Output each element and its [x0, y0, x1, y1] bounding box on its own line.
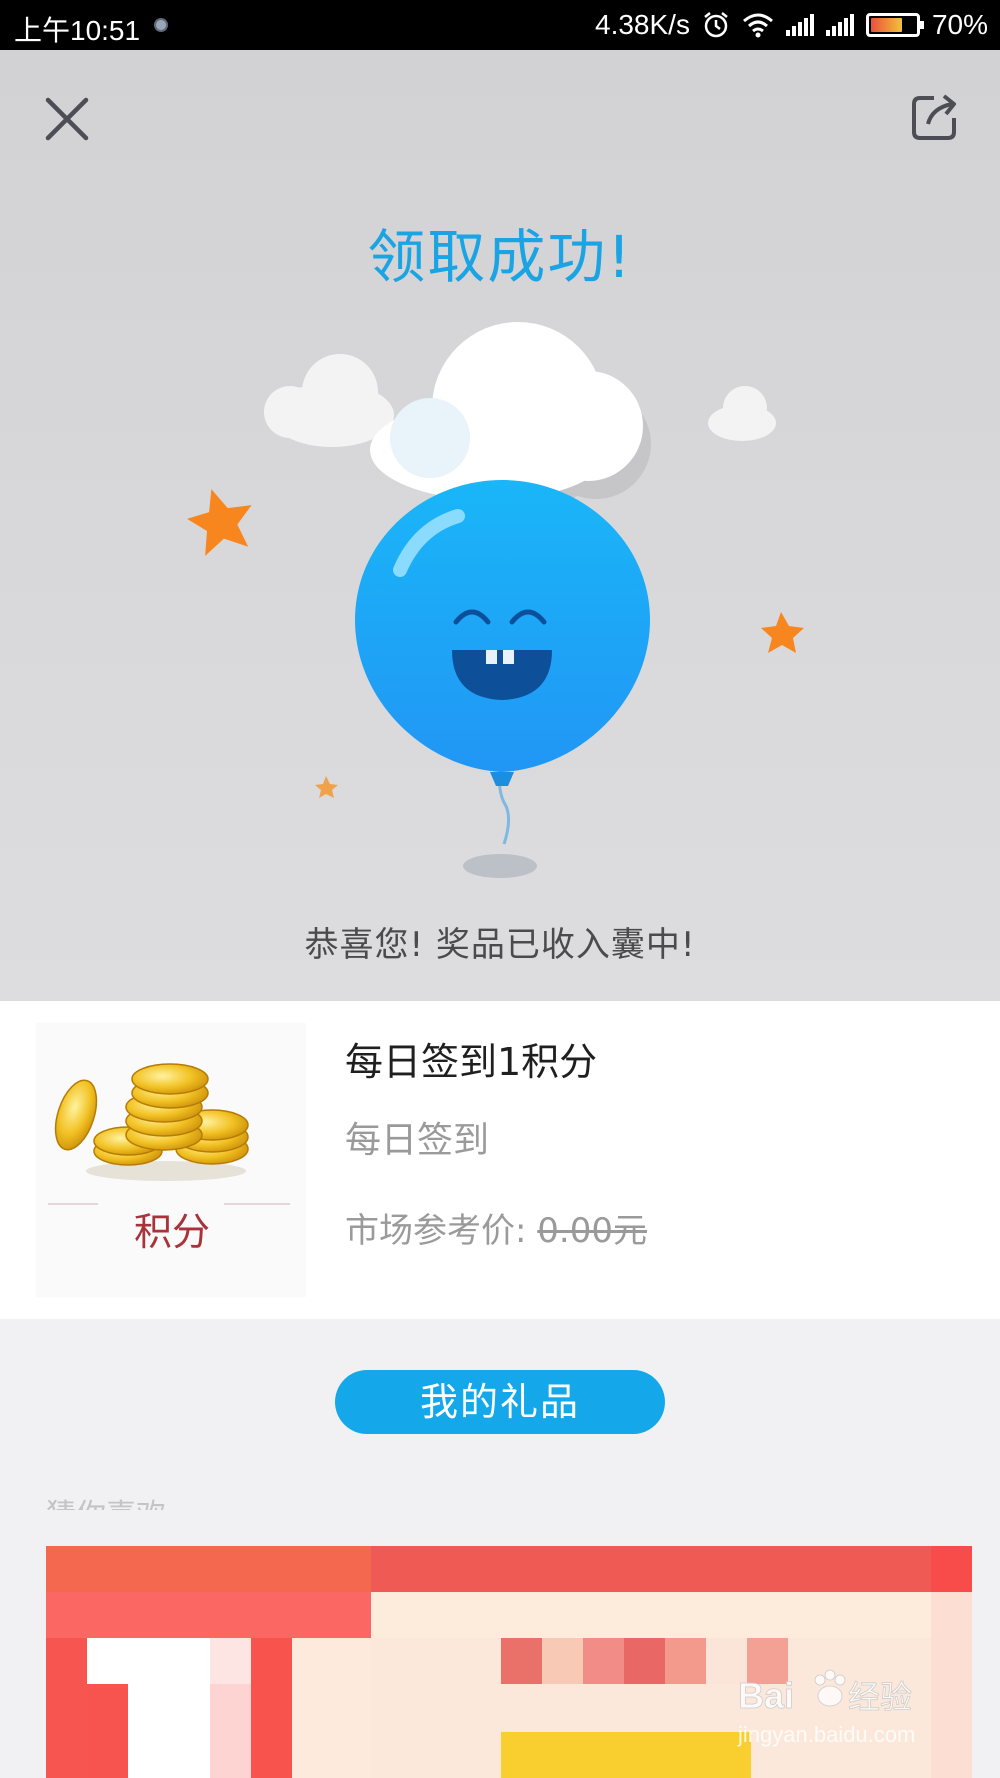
- status-bar: 上午10:51 4.38K/s 70%: [0, 0, 1000, 50]
- balloon-illustration: [187, 322, 804, 878]
- recommend-label: 猜你喜欢: [46, 1490, 166, 1510]
- balloon-shadow: [463, 854, 537, 878]
- balloon-knot: [490, 772, 514, 786]
- success-hero: 领取成功! 恭喜您! 奖品已收入囊中!: [0, 50, 1000, 1001]
- star-icon-small: [761, 612, 804, 653]
- share-icon: [912, 94, 956, 140]
- baidu-watermark: Bai 经验 jingyan.baidu.com: [737, 1669, 915, 1747]
- my-gifts-button[interactable]: 我的礼品: [335, 1370, 665, 1434]
- price-value: 0.00元: [537, 1211, 647, 1251]
- signal-icon-2: [825, 14, 854, 36]
- watermark-brand: Bai: [738, 1675, 794, 1716]
- gold-coins-icon: 积分: [48, 1063, 290, 1254]
- cloud-large-front: [370, 322, 643, 500]
- star-icon: [187, 489, 252, 556]
- alarm-icon: [704, 12, 728, 38]
- prize-subtitle: 每日签到: [345, 1120, 490, 1161]
- close-button[interactable]: [40, 92, 94, 146]
- signal-icon: [785, 14, 814, 36]
- battery-icon: [865, 13, 924, 37]
- prize-name: 每日签到1积分: [345, 1040, 598, 1084]
- status-right-group: 4.38K/s 70%: [595, 9, 988, 41]
- share-button[interactable]: [908, 90, 962, 144]
- prize-price: 市场参考价: 0.00元: [345, 1203, 647, 1252]
- tooth-left: [486, 650, 497, 664]
- battery-percent: 70%: [931, 9, 988, 40]
- watermark-suffix: 经验: [848, 1678, 912, 1716]
- cloud-small-right: [708, 386, 776, 441]
- prize-image-caption: 积分: [134, 1210, 210, 1254]
- star-icon-tiny: [315, 776, 338, 798]
- status-time: 上午10:51: [14, 15, 141, 46]
- wifi-icon: [742, 13, 773, 38]
- page-title: 领取成功!: [367, 223, 633, 291]
- prize-image: 积分: [36, 1023, 306, 1297]
- tooth-right: [503, 650, 514, 664]
- close-icon: [45, 97, 89, 141]
- watermark-url: jingyan.baidu.com: [737, 1722, 915, 1747]
- net-speed: 4.38K/s: [595, 9, 690, 40]
- price-label: 市场参考价:: [345, 1211, 538, 1251]
- paw-icon: [814, 1669, 846, 1707]
- cloud-small-left: [264, 354, 394, 447]
- balloon-body: [355, 480, 650, 772]
- prize-card[interactable]: 积分 每日签到1积分 每日签到 市场参考价: 0.00元: [0, 1001, 1000, 1319]
- congrats-message: 恭喜您! 奖品已收入囊中!: [304, 925, 696, 965]
- notification-dot-icon: [154, 18, 168, 32]
